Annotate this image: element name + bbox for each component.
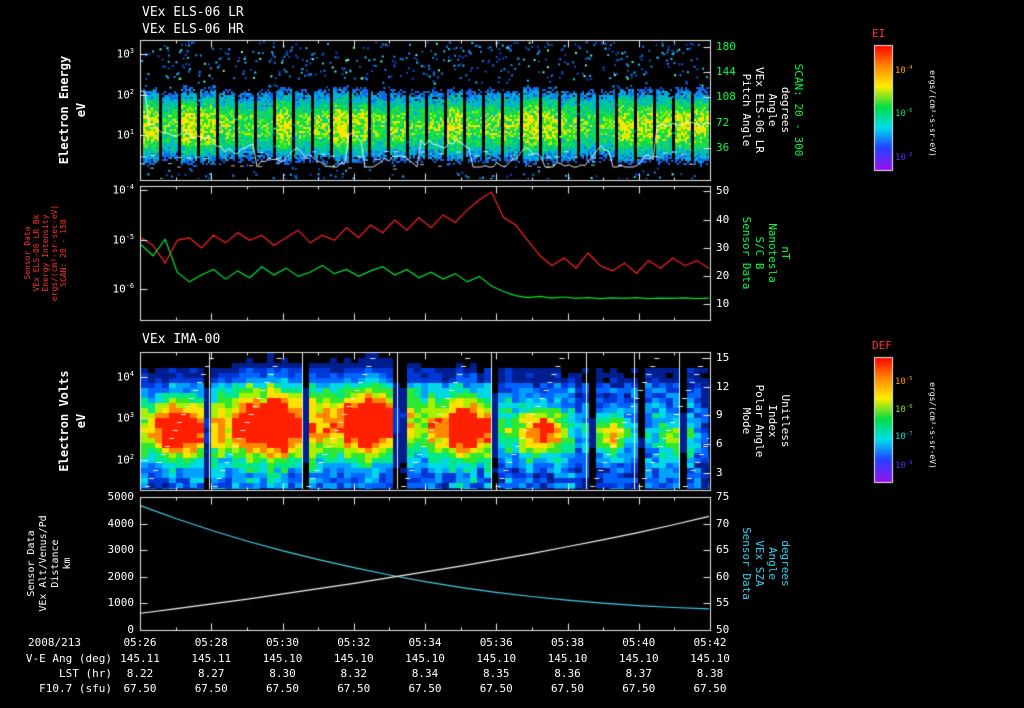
- panel3-right-label-line: Polar Angle: [753, 384, 766, 458]
- panel2-right-label-line: S/C B: [753, 236, 766, 270]
- row-value: 8.27: [198, 667, 225, 680]
- row-value: 8.32: [340, 667, 368, 680]
- panel4-y-tick: 5000: [107, 490, 135, 503]
- panel4-y-tick: 1000: [107, 596, 135, 610]
- panel2-right-label-line: Sensor Data: [740, 216, 753, 290]
- colorbar-tick-label: 10-6: [895, 403, 913, 415]
- panel4-right-label-line: degrees: [779, 540, 792, 587]
- row-value: 67.50: [123, 682, 157, 695]
- panel4-y-tick: 4000: [107, 516, 135, 530]
- row-value: 8.22: [126, 667, 154, 680]
- panel3-left-label-line: Electron Volts: [57, 370, 71, 472]
- panel4-left-label-line: Sensor Data: [26, 530, 37, 597]
- row-value: 67.50: [693, 682, 727, 695]
- panel1-y-tick: 102: [116, 87, 134, 102]
- row-value: 145.10: [262, 652, 303, 665]
- panel4-y-tick: 2000: [107, 569, 135, 583]
- row-value: 145.10: [405, 652, 445, 665]
- panel4-y-tick: 0: [127, 623, 134, 636]
- row-value: 8.36: [554, 667, 581, 680]
- panel3-y-tick: 102: [116, 452, 134, 467]
- colorbar2-title: DEF: [872, 339, 892, 352]
- time-tick-label: 05:28: [194, 636, 228, 649]
- row-label-f107: F10.7 (sfu): [39, 682, 112, 695]
- panel1-y-tick: 101: [116, 128, 134, 142]
- row-value: 8.38: [696, 667, 724, 680]
- panel4-y-tick: 3000: [107, 543, 135, 557]
- colorbar-tick-label: 10-4: [895, 65, 913, 77]
- panel1-right-label-line: Pitch Angle: [740, 73, 753, 147]
- row-value: 145.10: [547, 652, 588, 665]
- row-value: 145.10: [333, 652, 374, 665]
- row-value: 145.11: [191, 652, 232, 665]
- row-value: 8.30: [269, 667, 296, 680]
- time-tick-label: 05:40: [622, 636, 656, 649]
- row-value: 145.11: [120, 652, 160, 665]
- colorbar-tick-label: 10-6: [895, 107, 913, 119]
- panel1-right-label-line: degrees: [779, 86, 792, 134]
- panel2-left-label-line: SCAN: 20 - 150: [59, 219, 68, 287]
- row-label-ve-ang: V-E Ang (deg): [25, 652, 112, 665]
- panel4-right-label-line: VEx SZA: [753, 540, 766, 587]
- plot-stage: VEx ELS-06 LR VEx ELS-06 HR VEx IMA-00 2…: [0, 0, 1024, 708]
- panel1-title-line2: VEx ELS-06 HR: [142, 22, 244, 37]
- panel3-left-label-line: eV: [74, 413, 88, 429]
- panel1-right-label-line: VEx ELS-06 LR: [753, 66, 766, 154]
- row-value: 145.10: [690, 652, 730, 665]
- row-value: 67.50: [265, 682, 300, 695]
- row-value: 145.10: [476, 652, 517, 665]
- colorbar-tick-label: 10-8: [895, 151, 913, 163]
- panel2-right-label-line: nT: [779, 246, 792, 260]
- time-tick-label: 05:26: [123, 636, 157, 649]
- panel3-y-tick: 104: [116, 369, 134, 384]
- time-tick-label: 05:36: [479, 636, 513, 649]
- time-tick-label: 05:42: [693, 636, 727, 649]
- panel3-right-label-line: Unitless: [779, 394, 792, 448]
- date-label: 2008/213: [28, 636, 81, 649]
- panel4-right-label-line: Sensor Data: [740, 527, 753, 600]
- row-value: 145.10: [618, 652, 659, 665]
- panel1-right-label-line: SCAN: 20 - 300: [792, 63, 805, 157]
- time-tick-label: 05:30: [265, 636, 300, 649]
- row-value: 67.50: [194, 682, 228, 695]
- panel4-left-label-line: Distance: [50, 539, 61, 588]
- panel1-y-tick: 103: [116, 47, 134, 61]
- panel4-left-label-line: km: [62, 557, 73, 570]
- panel3-right-label-line: Index: [766, 404, 779, 438]
- time-tick-label: 05:32: [337, 636, 371, 649]
- panel3-y-tick: 103: [116, 411, 134, 425]
- panel3-right-label-line: Mode: [740, 407, 753, 435]
- panel1-left-label-line: eV: [74, 102, 88, 118]
- row-value: 8.34: [411, 667, 439, 680]
- time-tick-label: 05:38: [550, 636, 585, 649]
- panel1-left-label-line: Electron Energy: [57, 55, 71, 165]
- colorbar-unit: ergs/(cm²-s-sr-eV): [928, 70, 937, 157]
- row-value: 8.37: [625, 667, 653, 680]
- panel1-right-label-line: Angle: [766, 93, 779, 127]
- plot-canvas: [0, 0, 1024, 708]
- row-value: 67.50: [479, 682, 513, 695]
- panel2-right-label-line: Nanotesla: [766, 223, 779, 283]
- row-value: 67.50: [622, 682, 656, 695]
- panel2-y-tick: 10-6: [112, 282, 134, 296]
- row-value: 67.50: [550, 682, 585, 695]
- panel2-y-tick: 10-5: [112, 232, 134, 247]
- time-tick-label: 05:34: [408, 636, 442, 649]
- panel4-right-label-line: Angle: [766, 546, 779, 581]
- panel4-left-label-line: VEx Alt/Venus/Pd: [38, 515, 49, 612]
- panel2-y-tick: 10-4: [112, 183, 134, 197]
- row-label-lst: LST (hr): [59, 667, 112, 680]
- row-value: 67.50: [337, 682, 371, 695]
- colorbar-tick-label: 10-8: [895, 459, 913, 471]
- colorbar-tick-label: 10-5: [895, 376, 913, 387]
- panel3-title: VEx IMA-00: [142, 332, 221, 347]
- row-value: 8.35: [483, 667, 510, 680]
- colorbar1-title: EI: [872, 27, 886, 40]
- colorbar-unit: ergs/(cm²-s-sr-eV): [928, 382, 937, 469]
- panel1-title-line1: VEx ELS-06 LR: [142, 5, 244, 20]
- row-value: 67.50: [408, 682, 442, 695]
- colorbar-tick-label: 10-7: [895, 431, 913, 442]
